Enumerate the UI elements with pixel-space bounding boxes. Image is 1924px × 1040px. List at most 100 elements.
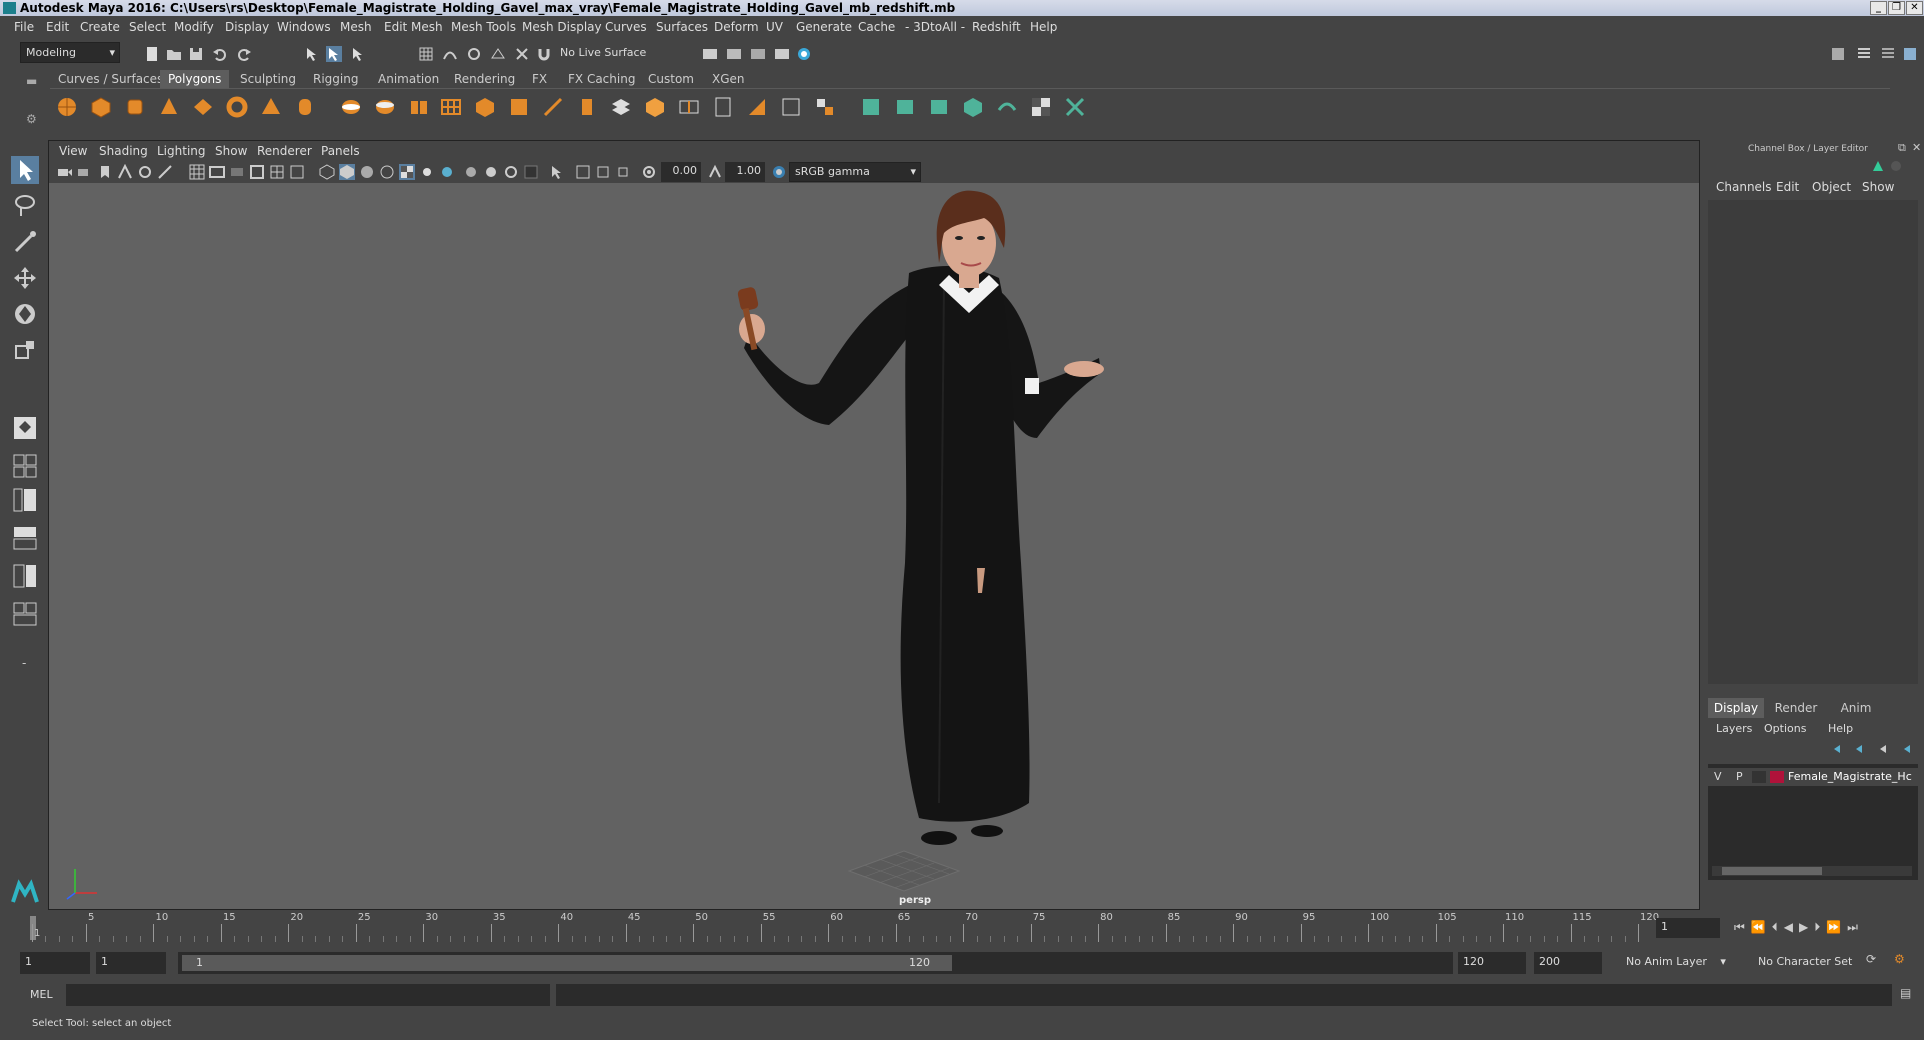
- textured-icon[interactable]: [399, 164, 415, 180]
- attribute-spreadsheet-icon[interactable]: [1888, 158, 1904, 174]
- field-chart-icon[interactable]: [269, 164, 285, 180]
- grid-toggle-icon[interactable]: [189, 164, 205, 180]
- menu-edit[interactable]: Edit: [46, 20, 69, 34]
- uv-checker-icon[interactable]: [1030, 96, 1052, 118]
- render-ipr-icon[interactable]: [726, 46, 742, 62]
- select-component-icon[interactable]: [350, 46, 366, 62]
- shelf-tab-custom[interactable]: Custom: [640, 70, 702, 88]
- auto-key-icon[interactable]: ⟳: [1866, 952, 1876, 966]
- animation-start-field[interactable]: 1: [20, 952, 90, 974]
- layers-options-menu[interactable]: Options: [1764, 722, 1806, 735]
- open-scene-icon[interactable]: [166, 46, 182, 62]
- tool-settings-icon[interactable]: [1880, 46, 1896, 62]
- bookmark-icon[interactable]: [97, 164, 113, 180]
- persp-outliner-layout-icon[interactable]: [11, 486, 39, 514]
- channel-list[interactable]: [1708, 200, 1918, 684]
- multisample-aa-icon[interactable]: [503, 164, 519, 180]
- persp-graph-layout-icon[interactable]: [11, 524, 39, 552]
- menu-mesh-display[interactable]: Mesh Display: [522, 20, 602, 34]
- channel-box-toggle-icon[interactable]: [1870, 158, 1886, 174]
- playback-start-field[interactable]: 1: [96, 952, 166, 974]
- color-space-selector[interactable]: sRGB gamma ▾: [789, 162, 921, 182]
- mirror-icon[interactable]: [814, 96, 836, 118]
- fill-hole-icon[interactable]: [746, 96, 768, 118]
- gate-mask-icon[interactable]: [249, 164, 265, 180]
- layer-scrollbar[interactable]: [1712, 866, 1912, 876]
- move-tool-icon[interactable]: [11, 264, 39, 292]
- depth-of-field-icon[interactable]: [523, 164, 539, 180]
- menu-surfaces[interactable]: Surfaces: [656, 20, 708, 34]
- character-set-selector[interactable]: No Character Set: [1758, 955, 1852, 968]
- menu-display[interactable]: Display: [225, 20, 269, 34]
- menu-create[interactable]: Create: [80, 20, 120, 34]
- paint-select-tool-icon[interactable]: [11, 228, 39, 256]
- menu-mesh-tools[interactable]: Mesh Tools: [451, 20, 516, 34]
- offset-edge-loop-icon[interactable]: [712, 96, 734, 118]
- snap-point-icon[interactable]: [466, 46, 482, 62]
- shelf-settings-icon[interactable]: ⚙: [26, 112, 37, 126]
- poly-pyramid-icon[interactable]: [260, 96, 282, 118]
- layer-tab-render[interactable]: Render: [1768, 698, 1824, 718]
- layers-menu[interactable]: Layers: [1716, 722, 1752, 735]
- render-frame-icon[interactable]: [702, 46, 718, 62]
- viewport-menu-view[interactable]: View: [59, 144, 87, 158]
- minimize-icon[interactable]: _: [1870, 1, 1887, 15]
- shadows-icon[interactable]: [439, 164, 455, 180]
- target-weld-icon[interactable]: [610, 96, 632, 118]
- scale-tool-icon[interactable]: [11, 336, 39, 364]
- lasso-tool-icon[interactable]: [11, 192, 39, 220]
- snap-grid-icon[interactable]: [418, 46, 434, 62]
- menu-mesh[interactable]: Mesh: [340, 20, 372, 34]
- safe-action-icon[interactable]: [289, 164, 305, 180]
- merge-icon[interactable]: [780, 96, 802, 118]
- poly-cone-icon[interactable]: [158, 96, 180, 118]
- layers-help-menu[interactable]: Help: [1828, 722, 1853, 735]
- layer-row[interactable]: V P Female_Magistrate_Hc: [1708, 768, 1918, 786]
- poly-sphere-icon[interactable]: [56, 96, 78, 118]
- range-bar-track[interactable]: 1 120: [178, 952, 1453, 974]
- wireframe-icon[interactable]: [319, 164, 335, 180]
- isolate-select-icon[interactable]: [549, 164, 565, 180]
- outliner-layout-icon[interactable]: [11, 600, 39, 628]
- animation-preferences-icon[interactable]: ⚙: [1894, 952, 1905, 966]
- time-slider[interactable]: 1 5 10 15 20 25 30 35 40 45 50 55 60 65 70 75 80 85 90 95 10…: [0, 910, 1924, 946]
- menu-uv[interactable]: UV: [766, 20, 783, 34]
- layout-menu-icon[interactable]: -: [22, 656, 26, 670]
- poly-torus-icon[interactable]: [226, 96, 248, 118]
- menu-file[interactable]: File: [14, 20, 34, 34]
- viewport-menu-panels[interactable]: Panels: [321, 144, 360, 158]
- layer-name[interactable]: Female_Magistrate_Hc: [1788, 770, 1912, 783]
- uv-cylindrical-icon[interactable]: [894, 96, 916, 118]
- insert-edge-loop-icon[interactable]: [678, 96, 700, 118]
- menu-edit-mesh[interactable]: Edit Mesh: [384, 20, 443, 34]
- wireframe-on-shaded-icon[interactable]: [379, 164, 395, 180]
- viewport-3d-area[interactable]: persp: [49, 183, 1699, 909]
- channels-show-menu[interactable]: Show: [1862, 180, 1894, 194]
- viewport-menu-show[interactable]: Show: [215, 144, 247, 158]
- playback-end-field[interactable]: 120: [1458, 952, 1526, 974]
- range-bar-handle[interactable]: 1 120: [182, 955, 952, 971]
- poly-cube-icon[interactable]: [90, 96, 112, 118]
- layer-tab-display[interactable]: Display: [1708, 698, 1764, 718]
- new-scene-icon[interactable]: [144, 46, 160, 62]
- use-all-lights-icon[interactable]: [419, 164, 435, 180]
- layer-visibility-toggle[interactable]: V: [1714, 770, 1722, 783]
- menu-modify[interactable]: Modify: [174, 20, 214, 34]
- uv-spherical-icon[interactable]: [928, 96, 950, 118]
- append-polygon-icon[interactable]: [644, 96, 666, 118]
- live-surface-field[interactable]: No Live Surface: [560, 46, 646, 59]
- select-hierarchy-icon[interactable]: [304, 46, 320, 62]
- layer-action-icons[interactable]: [1830, 742, 1918, 756]
- channels-edit-menu[interactable]: Edit: [1776, 180, 1799, 194]
- shelf-menu-icon[interactable]: ▬: [26, 74, 37, 88]
- save-scene-icon[interactable]: [188, 46, 204, 62]
- camera-select-icon[interactable]: [57, 164, 73, 180]
- shelf-tab-sculpting[interactable]: Sculpting: [232, 70, 304, 88]
- motion-blur-icon[interactable]: [483, 164, 499, 180]
- script-language-toggle[interactable]: MEL: [30, 988, 53, 1001]
- layer-tab-anim[interactable]: Anim: [1828, 698, 1884, 718]
- channels-menu[interactable]: Channels: [1716, 180, 1772, 194]
- menu-deform[interactable]: Deform: [714, 20, 759, 34]
- restore-icon[interactable]: ❐: [1888, 1, 1905, 15]
- modeling-toolkit-icon[interactable]: [1830, 46, 1846, 62]
